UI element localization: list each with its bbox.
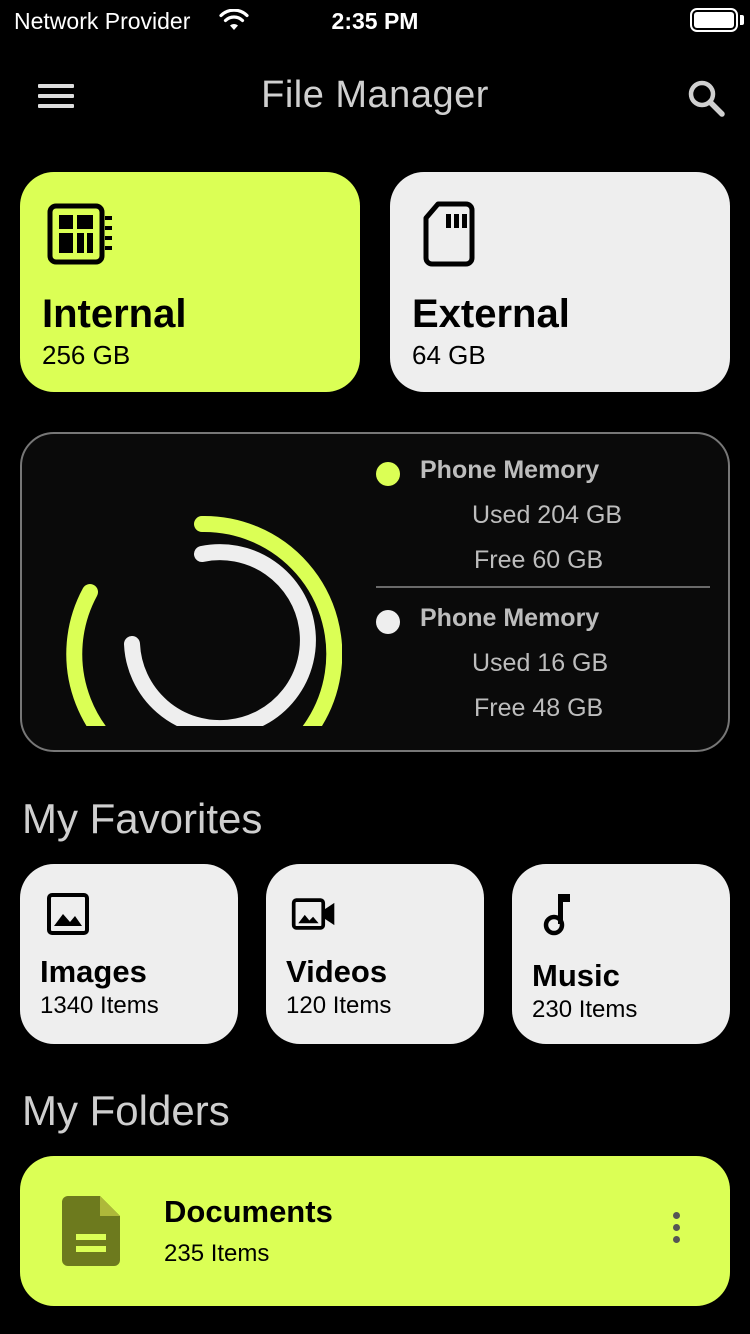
folder-name: Documents [164, 1194, 333, 1229]
legend-label: Phone Memory [420, 456, 600, 484]
legend-dot-accent [376, 462, 400, 486]
favorite-count: 120 Items [286, 992, 392, 1019]
phone-memory-ring-inner [124, 544, 316, 726]
app-bar: File Manager [0, 60, 750, 134]
internal-storage-card[interactable]: Internal 256 GB [20, 172, 360, 392]
memory-chip-icon [47, 203, 112, 265]
memory-legend-1: Phone Memory Used 204 GB Free 60 GB [374, 456, 710, 575]
clock-time: 2:35 PM [331, 8, 419, 34]
favorite-videos-card[interactable]: Videos 120 Items [266, 864, 484, 1044]
search-icon[interactable] [684, 76, 728, 120]
storage-size: 256 GB [42, 340, 131, 370]
folder-count: 235 Items [164, 1240, 270, 1267]
legend-used: Used 204 GB [472, 501, 623, 529]
legend-free: Free 60 GB [474, 546, 604, 574]
video-camera-icon [291, 898, 335, 930]
sd-card-icon [423, 201, 475, 267]
favorite-name: Videos [286, 954, 388, 989]
legend-divider [376, 586, 710, 588]
memory-usage-rings [66, 515, 342, 726]
page-title: File Manager [261, 74, 489, 116]
storage-name: Internal [42, 292, 187, 336]
legend-used: Used 16 GB [472, 649, 609, 677]
favorites-heading: My Favorites [22, 795, 263, 842]
folders-heading: My Folders [22, 1087, 230, 1134]
storage-size: 64 GB [412, 340, 486, 370]
battery-icon [690, 8, 738, 32]
image-icon [47, 893, 89, 935]
status-bar: Network Provider 2:35 PM [0, 0, 750, 40]
document-icon [62, 1196, 120, 1266]
battery-nub [740, 15, 744, 25]
more-vertical-icon[interactable] [668, 1212, 684, 1252]
favorite-count: 230 Items [532, 996, 638, 1023]
favorite-count: 1340 Items [40, 992, 159, 1019]
memory-legend-2: Phone Memory Used 16 GB Free 48 GB [374, 604, 710, 723]
memory-usage-panel: Phone Memory Used 204 GB Free 60 GB Phon… [20, 432, 730, 752]
legend-free: Free 48 GB [474, 694, 604, 722]
legend-dot-light [376, 610, 400, 634]
favorite-music-card[interactable]: Music 230 Items [512, 864, 730, 1044]
storage-name: External [412, 292, 570, 336]
folder-documents-card[interactable]: Documents 235 Items [20, 1156, 730, 1306]
favorite-name: Images [40, 954, 147, 989]
favorite-images-card[interactable]: Images 1340 Items [20, 864, 238, 1044]
music-note-icon [543, 894, 570, 936]
external-storage-card[interactable]: External 64 GB [390, 172, 730, 392]
legend-label: Phone Memory [420, 604, 600, 632]
favorite-name: Music [532, 958, 620, 993]
